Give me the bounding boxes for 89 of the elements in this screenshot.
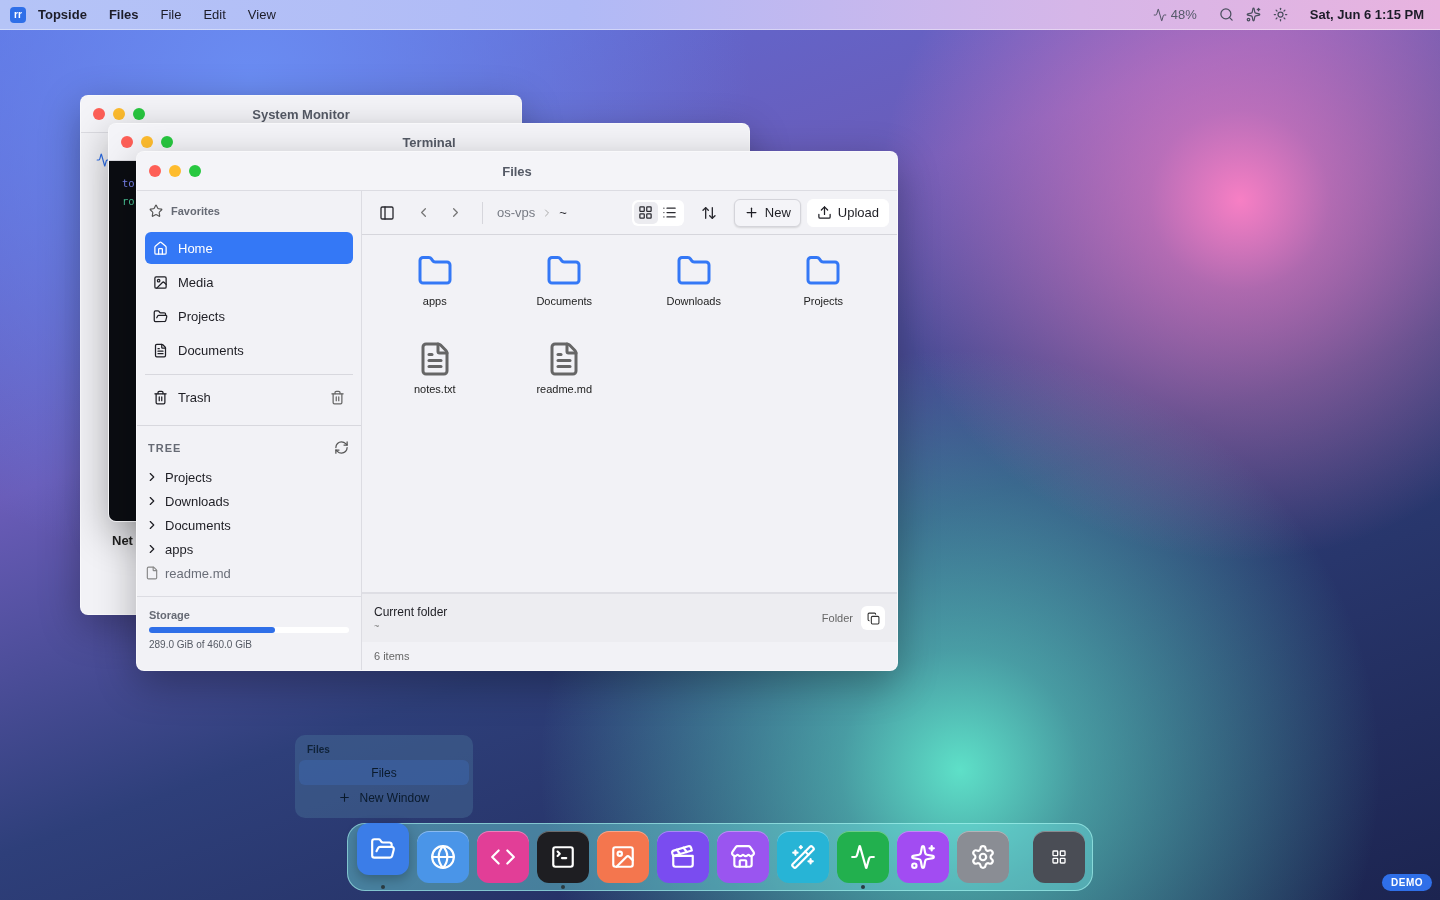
tree-item[interactable]: Documents — [145, 513, 353, 537]
tree-item[interactable]: Projects — [145, 465, 353, 489]
app-name[interactable]: Topside — [38, 7, 87, 22]
info-title: Current folder — [374, 605, 449, 619]
window-title: System Monitor — [252, 106, 350, 122]
tree-item[interactable]: readme.md — [145, 561, 353, 585]
copy-icon — [866, 611, 880, 625]
plus-icon — [338, 791, 352, 804]
new-button[interactable]: New — [733, 198, 801, 227]
maximize-button[interactable] — [161, 136, 173, 148]
menu-item[interactable]: View — [247, 7, 276, 22]
running-dot — [381, 885, 385, 889]
section-heading: Net — [112, 533, 134, 548]
image-icon — [153, 274, 168, 290]
grid-view-button[interactable] — [633, 201, 658, 224]
breadcrumb-item[interactable]: os-vps — [497, 205, 536, 220]
info-path: ~ — [374, 621, 381, 631]
store-icon — [730, 844, 756, 870]
document-icon — [153, 342, 168, 358]
clock: Sat, Jun 6 1:15 PM — [1309, 7, 1424, 22]
grid-icon — [1051, 849, 1067, 865]
tree-item[interactable]: Downloads — [145, 489, 353, 513]
clapperboard-icon — [670, 844, 696, 870]
terminal-icon — [550, 844, 576, 870]
section-heading: Favorites — [171, 205, 220, 217]
sparkles-icon[interactable] — [1245, 7, 1261, 22]
file-name[interactable]: notes.txt — [413, 383, 456, 395]
terminal-line: to — [122, 177, 135, 189]
upload-icon — [816, 205, 832, 220]
file-name[interactable]: Documents — [536, 295, 593, 307]
sparkles-icon — [910, 844, 936, 870]
refresh-icon[interactable] — [334, 440, 349, 455]
list-icon — [662, 205, 678, 220]
menu-heading: Files — [306, 743, 331, 757]
running-dot — [861, 885, 865, 889]
star-icon — [149, 204, 163, 218]
trash-icon — [153, 389, 168, 405]
window-title: Terminal — [402, 134, 456, 150]
launcher-button[interactable] — [1033, 831, 1085, 883]
info-type: Folder — [821, 612, 853, 624]
sidebar-item[interactable]: Projects — [145, 300, 353, 332]
magic-wand-icon — [790, 844, 816, 870]
sort-icon — [700, 204, 717, 221]
file-name[interactable]: Downloads — [666, 295, 721, 307]
pulse-icon — [850, 844, 876, 870]
sidebar-icon — [379, 204, 395, 221]
window-title: Files — [502, 163, 532, 179]
trash-icon[interactable] — [330, 389, 345, 405]
cpu-reading: 48% — [1170, 7, 1197, 22]
file-name[interactable]: Projects — [803, 295, 844, 307]
menu-item[interactable]: Edit — [203, 7, 226, 22]
grid-icon — [638, 205, 654, 220]
breadcrumb-item[interactable]: ~ — [559, 205, 567, 220]
menu-item[interactable]: File — [160, 7, 182, 22]
storage-reading: 289.0 GiB of 460.0 GiB — [149, 639, 253, 650]
sun-icon[interactable] — [1272, 7, 1288, 22]
terminal-line: ro — [122, 195, 135, 207]
maximize-button[interactable] — [133, 108, 145, 120]
image-icon — [610, 844, 636, 870]
section-heading: TREE — [148, 441, 182, 454]
app-logo[interactable]: rr — [10, 6, 26, 23]
demo-badge: DEMO — [1382, 874, 1432, 891]
copy-button[interactable] — [861, 606, 885, 630]
upload-button[interactable]: Upload — [806, 198, 889, 227]
sidebar-item[interactable]: Trash — [145, 381, 353, 413]
item-count: 6 items — [374, 650, 410, 662]
plus-icon — [743, 205, 759, 220]
home-icon — [153, 240, 168, 256]
pulse-icon — [96, 153, 110, 167]
pulse-icon[interactable] — [1152, 7, 1167, 22]
settings-icon — [970, 844, 996, 870]
dock-app-button[interactable] — [537, 831, 589, 883]
file-name[interactable]: readme.md — [536, 383, 593, 395]
sidebar-item[interactable]: Documents — [145, 334, 353, 366]
file-icon — [145, 566, 159, 580]
folder-icon — [153, 308, 168, 324]
folder-icon — [370, 836, 396, 862]
file-name[interactable]: apps — [422, 295, 447, 307]
sidebar-item[interactable]: Media — [145, 266, 353, 298]
close-button[interactable] — [121, 136, 133, 148]
menu-item[interactable]: Files — [108, 7, 139, 22]
close-button[interactable] — [93, 108, 105, 120]
globe-icon — [430, 844, 456, 870]
search-icon[interactable] — [1218, 7, 1234, 22]
tree-item[interactable]: apps — [145, 537, 353, 561]
running-dot — [561, 885, 565, 889]
sidebar-item[interactable]: Home — [145, 232, 353, 264]
storage-label: Storage — [149, 609, 191, 621]
close-button[interactable] — [149, 165, 161, 177]
